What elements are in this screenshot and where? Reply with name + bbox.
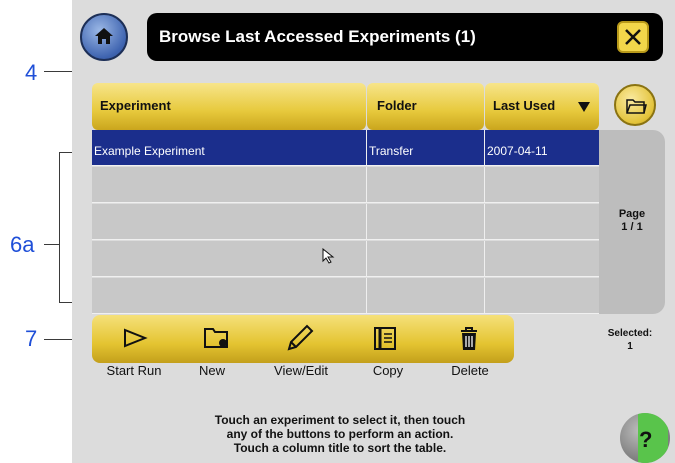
column-header-last-used-label: Last Used [493, 98, 556, 113]
cursor-icon [322, 248, 335, 264]
cell-experiment [92, 278, 367, 314]
delete-label: Delete [451, 363, 489, 378]
close-button[interactable] [617, 21, 649, 53]
cell-folder: Transfer [367, 130, 485, 166]
instructions: Touch an experiment to select it, then t… [160, 413, 520, 455]
start-run-label: Start Run [106, 363, 162, 378]
callout-6a-line [44, 244, 60, 245]
pencil-icon [287, 324, 314, 351]
page-title: Browse Last Accessed Experiments (1) [159, 27, 476, 46]
view-edit-button[interactable] [260, 315, 338, 363]
open-folder-button[interactable] [614, 84, 656, 126]
cell-last-used [485, 204, 599, 240]
callout-6a: 6a [10, 232, 35, 257]
column-header-folder[interactable]: Folder [367, 83, 484, 130]
new-button[interactable] [178, 315, 256, 363]
home-button[interactable] [80, 13, 128, 61]
cell-folder [367, 278, 485, 314]
delete-button[interactable] [430, 315, 508, 363]
selection-value: 1 [627, 341, 633, 352]
cell-experiment [92, 204, 367, 240]
help-button[interactable]: ? [620, 413, 670, 463]
callout-7: 7 [25, 326, 38, 351]
column-header-experiment[interactable]: Experiment [92, 83, 366, 130]
close-icon [625, 29, 641, 45]
callout-4: 4 [25, 60, 38, 85]
help-icon: ? [639, 427, 653, 452]
table-row[interactable] [92, 241, 599, 277]
new-folder-icon [204, 328, 228, 348]
column-header-last-used[interactable]: Last Used [485, 83, 599, 130]
action-toolbar [92, 315, 514, 363]
page-label: Page [618, 208, 646, 220]
sort-descending-icon [578, 102, 590, 112]
page-indicator[interactable]: Page 1 / 1 [599, 130, 665, 314]
callout-6a-bracket [59, 152, 60, 302]
home-icon [95, 28, 113, 44]
cell-last-used [485, 241, 599, 277]
copy-label: Copy [372, 363, 404, 378]
table-row[interactable] [92, 167, 599, 203]
instruction-line: Touch an experiment to select it, then t… [214, 413, 466, 427]
title-bar: Browse Last Accessed Experiments (1) [147, 13, 663, 61]
cell-experiment [92, 167, 367, 203]
play-icon [124, 328, 148, 348]
selection-count: Selected: 1 [600, 327, 660, 353]
selection-label: Selected: [607, 328, 653, 339]
cell-last-used: 2007-04-11 [487, 144, 548, 158]
experiments-table: Example Experiment Transfer 2007-04-11 [92, 130, 599, 314]
cell-folder [367, 167, 485, 203]
instruction-line: Touch a column title to sort the table. [233, 441, 447, 455]
cell-folder [367, 241, 485, 277]
cell-last-used [485, 278, 599, 314]
copy-button[interactable] [346, 315, 424, 363]
cell-folder [367, 204, 485, 240]
view-edit-label: View/Edit [274, 363, 328, 378]
table-row[interactable]: Example Experiment Transfer 2007-04-11 [92, 130, 599, 166]
folder-open-icon [626, 99, 647, 114]
start-run-button[interactable] [96, 315, 174, 363]
table-row[interactable] [92, 204, 599, 240]
copy-icon [374, 327, 396, 350]
instruction-line: any of the buttons to perform an action. [226, 427, 454, 441]
table-row[interactable] [92, 278, 599, 314]
trash-icon [461, 327, 477, 350]
new-label: New [198, 363, 225, 378]
cell-last-used [485, 167, 599, 203]
cell-experiment: Example Experiment [92, 130, 367, 166]
column-header-experiment-label: Experiment [100, 98, 171, 113]
column-header-folder-label: Folder [377, 98, 417, 113]
page-value: 1 / 1 [621, 221, 643, 233]
